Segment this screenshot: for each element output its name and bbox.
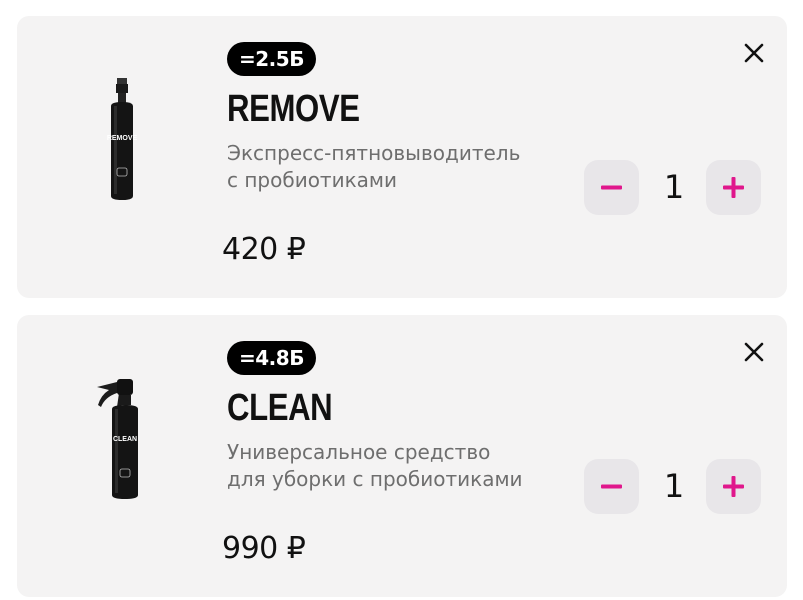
decrement-button[interactable] — [584, 459, 639, 514]
bonus-badge: =2.5Б — [227, 42, 316, 76]
plus-icon — [723, 177, 744, 198]
product-description: Универсальное средство для уборки с проб… — [227, 440, 523, 491]
quantity-value: 1 — [663, 467, 685, 505]
svg-text:CLEAN: CLEAN — [113, 436, 137, 443]
plus-icon — [723, 476, 744, 497]
minus-icon — [601, 185, 622, 190]
bonus-badge: =4.8Б — [227, 341, 316, 375]
product-description: Экспресс-пятновыводитель с пробиотиками — [227, 141, 521, 192]
product-price: 990 ₽ — [222, 531, 306, 566]
svg-text:REMOVE: REMOVE — [107, 135, 138, 142]
product-title: CLEAN — [227, 387, 333, 429]
close-icon — [744, 43, 764, 63]
cart-item: CLEAN =4.8Б CLEAN Универсальное средство… — [17, 315, 787, 597]
remove-item-button[interactable] — [741, 339, 767, 365]
product-price: 420 ₽ — [222, 232, 306, 267]
increment-button[interactable] — [706, 459, 761, 514]
increment-button[interactable] — [706, 160, 761, 215]
close-icon — [744, 342, 764, 362]
cart-item: REMOVE =2.5Б REMOVE Экспресс-пятновыводи… — [17, 16, 787, 298]
product-image-clean: CLEAN — [97, 379, 138, 499]
decrement-button[interactable] — [584, 160, 639, 215]
quantity-value: 1 — [663, 168, 685, 206]
minus-icon — [601, 484, 622, 489]
product-image-remove: REMOVE — [107, 78, 138, 200]
remove-item-button[interactable] — [741, 40, 767, 66]
product-title: REMOVE — [227, 88, 360, 130]
